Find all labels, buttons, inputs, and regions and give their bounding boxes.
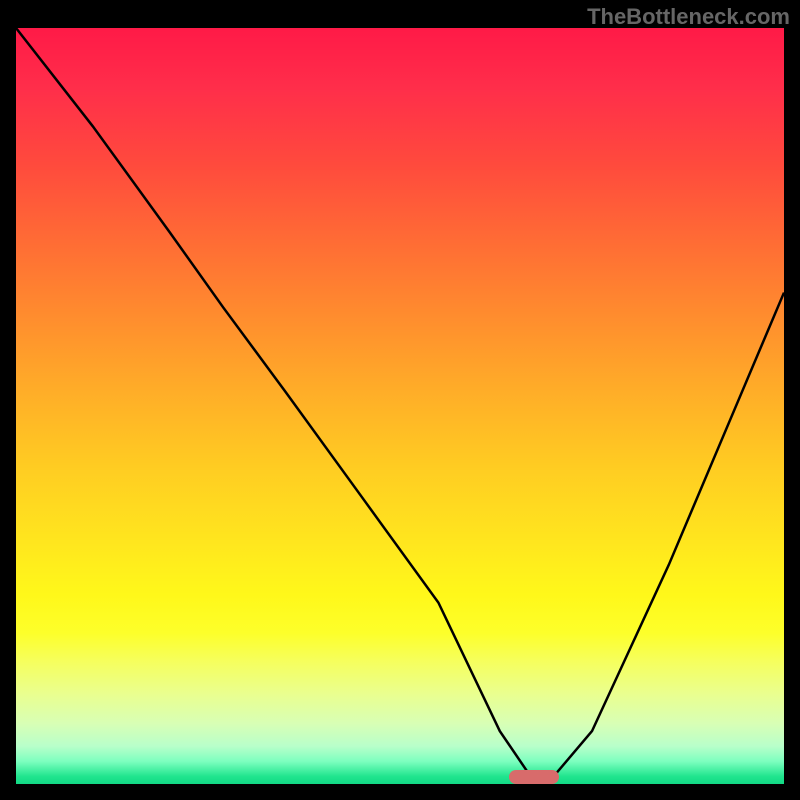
bottleneck-curve (16, 28, 784, 784)
watermark-text: TheBottleneck.com (587, 4, 790, 30)
plot-area (16, 28, 784, 784)
sweet-spot-marker (509, 770, 559, 784)
chart-container: TheBottleneck.com (0, 0, 800, 800)
